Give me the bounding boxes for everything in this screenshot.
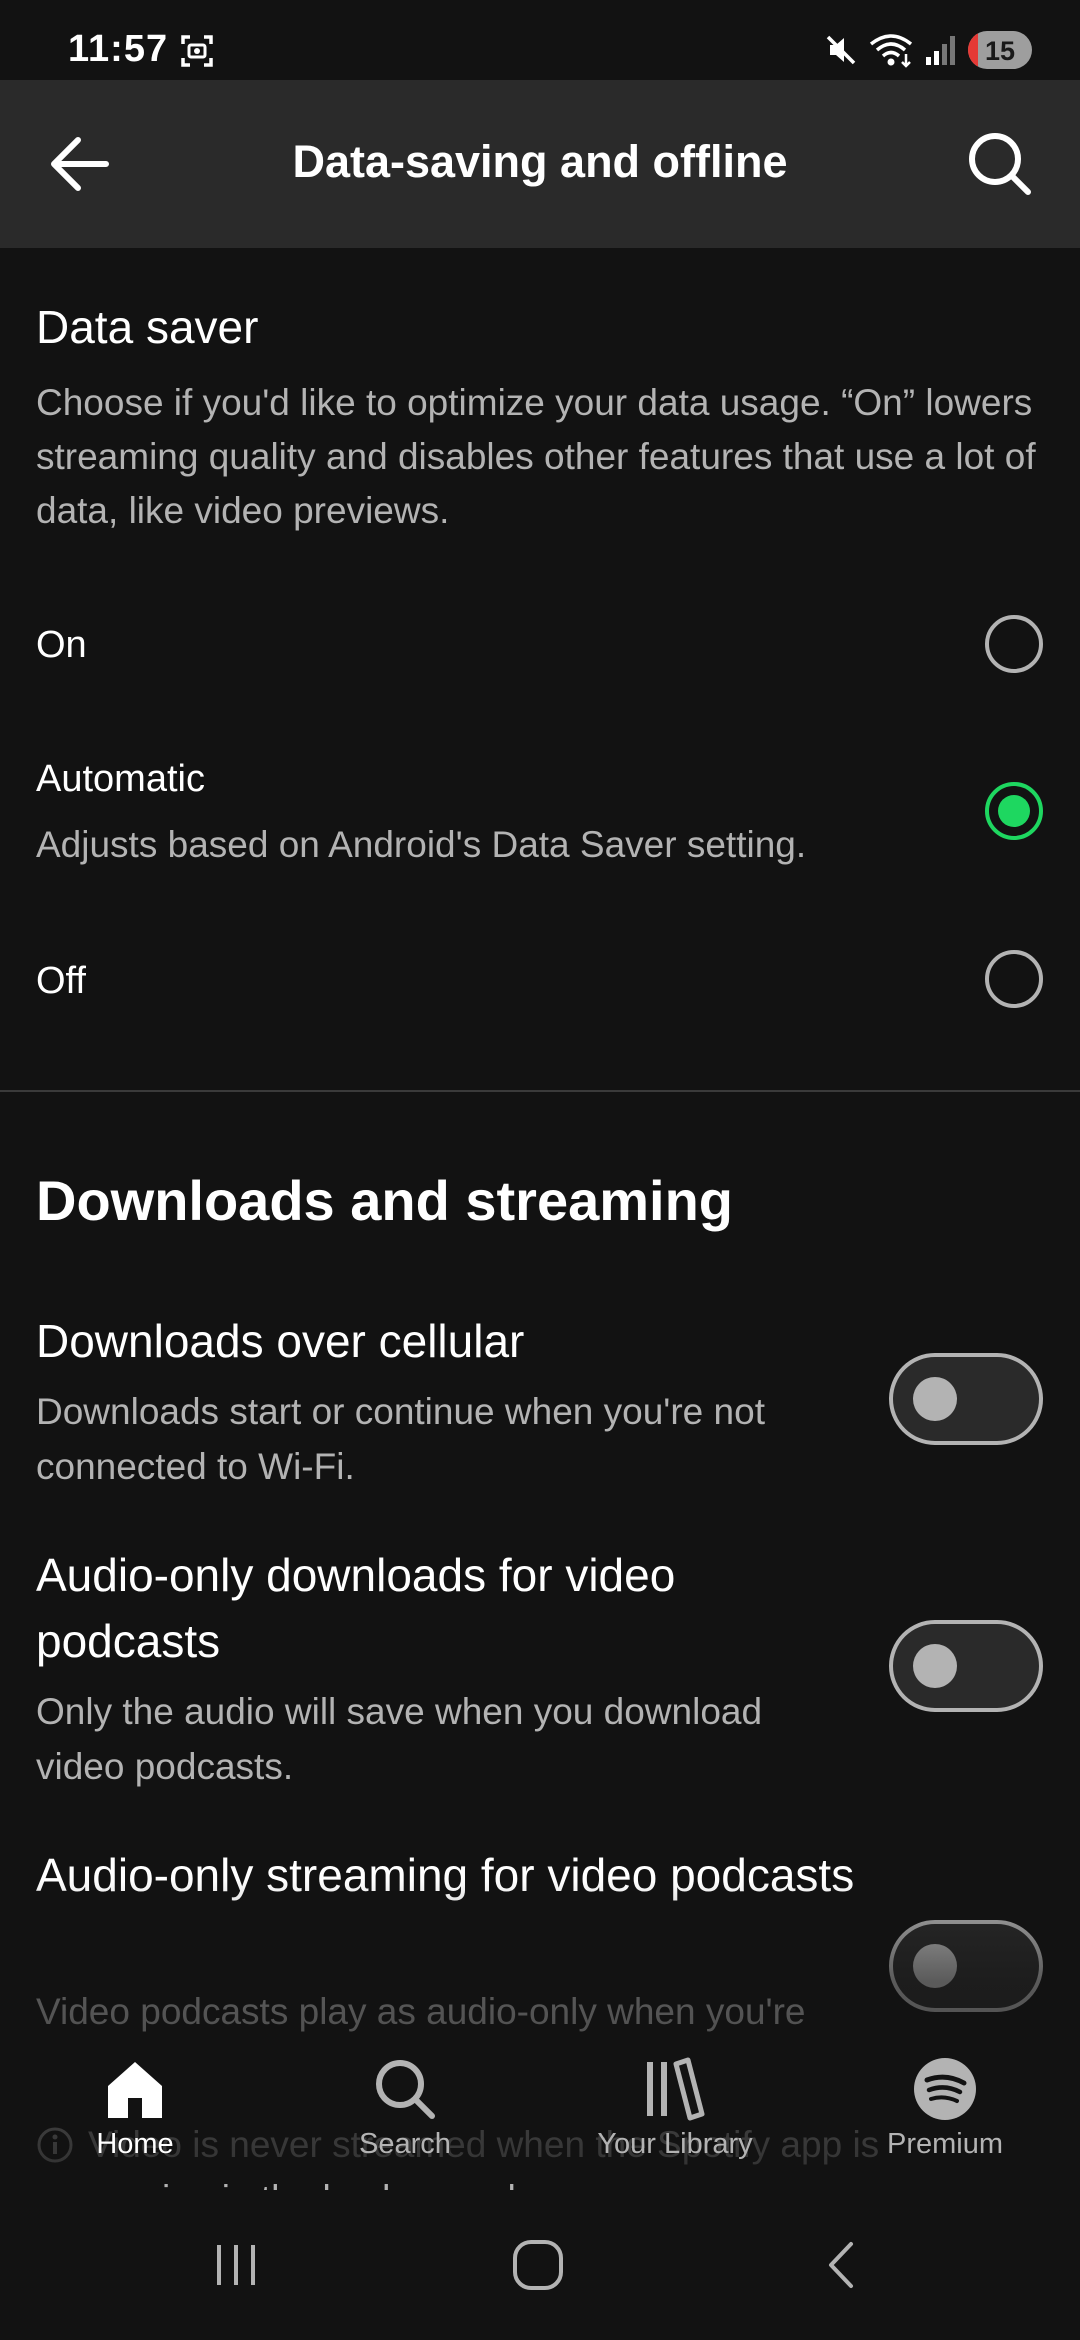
toggle-audio-only-downloads[interactable] — [889, 1620, 1043, 1712]
nav-label: Search — [359, 2128, 451, 2160]
setting-title: Downloads over cellular — [36, 1315, 525, 1367]
app-header: Data-saving and offline — [0, 80, 1080, 248]
nav-label: Your Library — [597, 2128, 753, 2160]
toggle-knob — [913, 1944, 957, 1988]
nav-label: Home — [96, 2128, 174, 2160]
back-chevron-icon — [829, 2242, 853, 2288]
system-nav-bar — [0, 2190, 1080, 2340]
home-icon — [108, 2062, 162, 2118]
section-divider — [0, 1090, 1080, 1092]
nav-home[interactable]: Home — [25, 2056, 245, 2186]
bottom-nav: Home Search Your Library Premium — [0, 2040, 1080, 2190]
mute-icon — [826, 35, 856, 65]
page-title: Data-saving and offline — [292, 136, 788, 187]
status-time: 11:57 — [68, 28, 169, 70]
toggle-audio-only-streaming[interactable] — [889, 1920, 1043, 2012]
radio-off[interactable] — [985, 950, 1043, 1008]
data-saver-description: Choose if you'd like to optimize your da… — [36, 382, 1036, 531]
home-circle-icon — [513, 2240, 563, 2290]
option-label: Automatic — [36, 758, 205, 800]
option-label: Off — [36, 960, 86, 1002]
nav-premium[interactable]: Premium — [835, 2056, 1055, 2186]
status-bar: 11:57 15 — [0, 0, 1080, 80]
option-sublabel: Adjusts based on Android's Data Saver se… — [36, 824, 807, 865]
toggle-knob — [913, 1644, 957, 1688]
option-label: On — [36, 624, 87, 666]
battery-icon: 15 — [968, 31, 1032, 69]
setting-title: Audio-only downloads for video podcasts — [36, 1549, 676, 1667]
setting-description: Video podcasts play as audio-only when y… — [36, 1991, 806, 2048]
search-icon — [969, 133, 1031, 195]
setting-title: Audio-only streaming for video podcasts — [36, 1849, 855, 1901]
status-icons: 15 — [824, 30, 1032, 70]
toggle-downloads-cellular[interactable] — [889, 1353, 1043, 1445]
recents-button[interactable] — [196, 2230, 276, 2300]
wifi-icon — [869, 34, 913, 68]
search-button[interactable] — [960, 124, 1040, 204]
home-system-button[interactable] — [498, 2230, 578, 2300]
radio-on[interactable] — [985, 615, 1043, 673]
settings-content: Data saver Choose if you'd like to optim… — [0, 248, 1080, 2048]
nav-your-library[interactable]: Your Library — [565, 2056, 785, 2186]
setting-description: Downloads start or continue when you're … — [36, 1391, 765, 1487]
radio-automatic[interactable] — [985, 782, 1043, 840]
downloads-streaming-title: Downloads and streaming — [36, 1169, 733, 1232]
spotify-icon — [914, 2058, 976, 2120]
back-system-button[interactable] — [802, 2230, 882, 2300]
recents-icon — [217, 2245, 255, 2285]
signal-icon — [926, 36, 955, 65]
battery-level: 15 — [984, 36, 1016, 66]
screenshot-icon — [181, 35, 213, 67]
nav-search[interactable]: Search — [295, 2056, 515, 2186]
data-saver-title: Data saver — [36, 301, 259, 353]
library-icon — [647, 2057, 705, 2121]
toggle-knob — [913, 1377, 957, 1421]
nav-label: Premium — [886, 2128, 1003, 2160]
search-icon — [376, 2060, 435, 2119]
setting-description: Only the audio will save when you downlo… — [36, 1691, 763, 1787]
